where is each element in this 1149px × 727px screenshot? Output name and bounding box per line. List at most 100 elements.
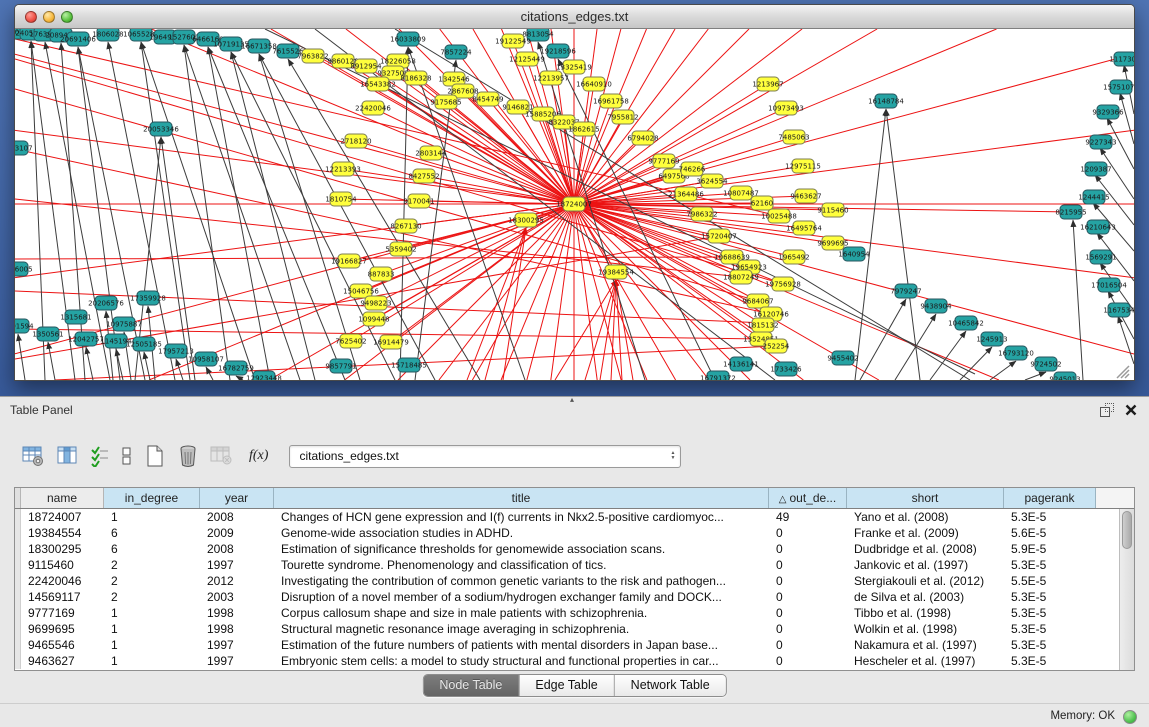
table-row[interactable]: 2242004622012Investigating the contribut… — [15, 573, 1119, 589]
graph-node[interactable]: 1569291 — [1085, 250, 1116, 264]
table-cell[interactable]: 1 — [104, 605, 200, 621]
table-cell[interactable]: Estimation of the future numbers of pati… — [274, 637, 769, 653]
select-all-rows-icon[interactable] — [90, 443, 110, 469]
column-header-pagerank[interactable]: pagerank — [1004, 488, 1096, 508]
table-cell[interactable]: Genome-wide association studies in ADHD. — [274, 525, 769, 541]
graph-node[interactable]: 16210643 — [1080, 220, 1116, 234]
graph-node[interactable]: 10973493 — [768, 101, 804, 115]
table-cell[interactable]: Structural magnetic resonance image aver… — [274, 621, 769, 637]
table-row[interactable]: 969969511998Structural magnetic resonanc… — [15, 621, 1119, 637]
table-cell[interactable]: 6 — [104, 541, 200, 557]
graph-node[interactable]: 16033809 — [390, 32, 426, 46]
table-cell[interactable]: Wolkin et al. (1998) — [847, 621, 1004, 637]
graph-node[interactable]: 22420046 — [355, 101, 391, 115]
table-cell[interactable]: 5.5E-5 — [1004, 573, 1096, 589]
graph-node[interactable]: 7955812 — [607, 110, 638, 124]
graph-node[interactable]: 1815132 — [747, 318, 778, 332]
table-cell[interactable]: Embryonic stem cells: a model to study s… — [274, 653, 769, 669]
delete-table-icon[interactable] — [177, 443, 199, 469]
function-builder-icon[interactable]: f(x) — [249, 443, 268, 469]
table-cell[interactable]: 0 — [769, 541, 847, 557]
graph-node[interactable]: 17359928 — [130, 291, 166, 305]
row-selection-icon[interactable] — [121, 443, 133, 469]
column-header-short[interactable]: short — [847, 488, 1004, 508]
graph-node[interactable]: 17016504 — [1091, 278, 1127, 292]
graph-node[interactable]: 7857224 — [440, 45, 472, 59]
graph-node[interactable]: 2526005 — [15, 262, 33, 276]
graph-node[interactable]: 887833 — [368, 267, 395, 281]
column-header-in-degree[interactable]: in_degree — [104, 488, 200, 508]
table-cell[interactable]: Stergiakouli et al. (2012) — [847, 573, 1004, 589]
graph-node[interactable]: 1733426 — [770, 362, 802, 376]
graph-node[interactable]: 13325419 — [556, 60, 592, 74]
graph-node[interactable]: 9724502 — [1030, 357, 1061, 371]
table-cell[interactable]: 2003 — [200, 589, 274, 605]
table-cell[interactable]: 1997 — [200, 653, 274, 669]
network-window[interactable]: citations_edges.txt 20605512405572176390… — [14, 4, 1135, 381]
graph-node[interactable]: 9498223 — [360, 296, 391, 310]
memory-status-indicator[interactable] — [1123, 710, 1137, 724]
table-cell[interactable]: 18300295 — [21, 541, 104, 557]
graph-node[interactable]: 7979247 — [890, 284, 921, 298]
column-header-title[interactable]: title — [274, 488, 769, 508]
table-cell[interactable]: Franke et al. (2009) — [847, 525, 1004, 541]
table-cell[interactable]: Nakamura et al. (1997) — [847, 637, 1004, 653]
graph-node[interactable]: 7485063 — [778, 130, 809, 144]
table-cell[interactable]: 49 — [769, 509, 847, 525]
graph-node[interactable]: 16961758 — [593, 94, 629, 108]
table-cell[interactable]: 5.3E-5 — [1004, 557, 1096, 573]
column-header-name[interactable]: name — [21, 488, 104, 508]
window-titlebar[interactable]: citations_edges.txt — [15, 5, 1134, 29]
graph-node[interactable]: 1806028 — [92, 29, 123, 41]
graph-node[interactable]: 1213967 — [752, 77, 783, 91]
graph-node[interactable]: 1245913 — [976, 332, 1007, 346]
table-cell[interactable]: 0 — [769, 637, 847, 653]
graph-node[interactable]: 8186328 — [400, 71, 431, 85]
graph-node[interactable]: 9115460 — [817, 203, 848, 217]
graph-node[interactable]: 2718120 — [340, 134, 371, 148]
graph-node[interactable]: 7963822 — [297, 49, 328, 63]
table-cell[interactable]: 5.3E-5 — [1004, 621, 1096, 637]
table-cell[interactable]: 1997 — [200, 557, 274, 573]
table-cell[interactable]: 6 — [104, 525, 200, 541]
float-panel-icon[interactable] — [1100, 403, 1113, 416]
graph-node[interactable]: 62160 — [751, 196, 773, 210]
table-cell[interactable]: 0 — [769, 573, 847, 589]
table-cell[interactable]: 2 — [104, 557, 200, 573]
graph-node[interactable]: 8427552 — [408, 169, 439, 183]
table-cell[interactable]: 1 — [104, 653, 200, 669]
table-cell[interactable]: 1 — [104, 509, 200, 525]
graph-node[interactable]: 7986322 — [686, 207, 717, 221]
graph-node[interactable]: 12975115 — [785, 159, 821, 173]
table-cell[interactable]: Tourette syndrome. Phenomenology and cla… — [274, 557, 769, 573]
table-cell[interactable]: 0 — [769, 653, 847, 669]
table-cell[interactable]: Yano et al. (2008) — [847, 509, 1004, 525]
column-header-year[interactable]: year — [200, 488, 274, 508]
table-scrollbar[interactable] — [1119, 509, 1134, 670]
graph-node[interactable]: 252254 — [763, 339, 790, 353]
graph-node[interactable]: 20206576 — [88, 296, 124, 310]
table-row[interactable]: 1938455462009Genome-wide association stu… — [15, 525, 1119, 541]
table-cell[interactable]: 22420046 — [21, 573, 104, 589]
table-cell[interactable]: 5.3E-5 — [1004, 653, 1096, 669]
show-columns-icon[interactable] — [57, 443, 79, 469]
graph-node[interactable]: 9463627 — [790, 189, 821, 203]
table-cell[interactable]: 1998 — [200, 605, 274, 621]
graph-node[interactable]: 9438904 — [920, 299, 952, 313]
table-cell[interactable]: 0 — [769, 525, 847, 541]
table-cell[interactable]: 0 — [769, 589, 847, 605]
graph-node[interactable]: 10465842 — [948, 316, 984, 330]
table-cell[interactable]: Estimation of significance thresholds fo… — [274, 541, 769, 557]
graph-node[interactable]: 1117304 — [1109, 52, 1134, 66]
table-cell[interactable]: 2008 — [200, 509, 274, 525]
table-row[interactable]: 946362711997Embryonic stem cells: a mode… — [15, 653, 1119, 669]
table-cell[interactable]: 2 — [104, 589, 200, 605]
scrollbar-thumb[interactable] — [1122, 511, 1132, 549]
table-cell[interactable]: Disruption of a novel member of a sodium… — [274, 589, 769, 605]
graph-node[interactable]: 1099448 — [358, 312, 389, 326]
table-cell[interactable]: 5.3E-5 — [1004, 509, 1096, 525]
graph-node[interactable]: 19384554 — [598, 265, 634, 279]
table-row[interactable]: 946554611997Estimation of the future num… — [15, 637, 1119, 653]
graph-node[interactable]: 9227343 — [1085, 135, 1116, 149]
table-cell[interactable]: 1997 — [200, 637, 274, 653]
